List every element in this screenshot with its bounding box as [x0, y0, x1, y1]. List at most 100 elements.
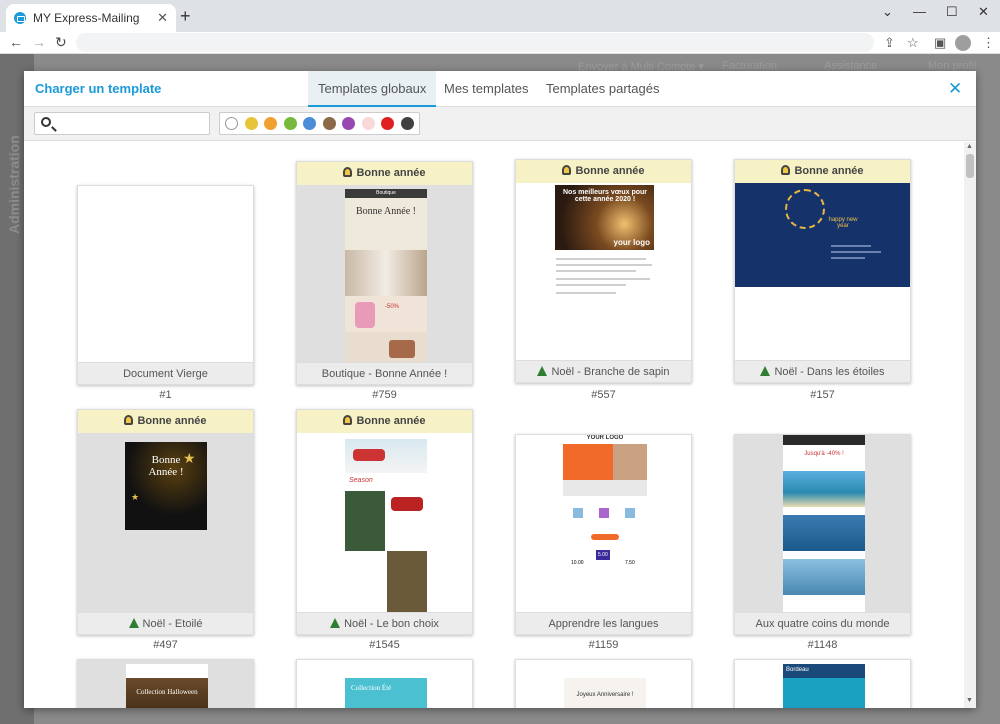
filter-bar — [24, 107, 976, 141]
template-card[interactable]: Bordeau — [734, 659, 911, 708]
scroll-down-icon[interactable]: ▼ — [966, 697, 973, 704]
template-card[interactable]: Bonne année Bonne Année ! ★ ★ Noël - Eto… — [77, 409, 254, 635]
template-card[interactable]: Joyeux Anniversaire ! — [515, 659, 692, 708]
avatar[interactable] — [955, 35, 971, 51]
modal-title: Charger un template — [35, 81, 162, 96]
back-button[interactable]: ← — [9, 34, 23, 50]
sidebar-label: Administration — [6, 135, 22, 234]
tab-templates-globaux[interactable]: Templates globaux — [308, 71, 437, 107]
color-swatch[interactable] — [283, 117, 297, 130]
template-card[interactable]: Bonne année happy new year Noël - Dans l… — [734, 159, 911, 383]
template-card[interactable]: Document Vierge — [77, 185, 254, 385]
close-tab-icon[interactable]: ✕ — [157, 10, 168, 26]
tree-icon — [537, 366, 548, 376]
template-name: Boutique - Bonne Année ! — [297, 362, 472, 384]
star-icon[interactable]: ☆ — [907, 35, 919, 51]
color-swatch[interactable] — [264, 117, 277, 130]
template-id: #557 — [591, 389, 616, 401]
template-preview: Joyeux Anniversaire ! — [564, 664, 646, 708]
color-swatch[interactable] — [361, 117, 375, 130]
template-preview: Collection Halloween — [126, 664, 208, 708]
color-swatch[interactable] — [381, 117, 394, 130]
template-tag: Bonne année — [297, 410, 472, 433]
template-tag: Bonne année — [297, 162, 472, 185]
template-card[interactable]: Collection Halloween — [77, 659, 254, 708]
color-swatch[interactable] — [225, 117, 238, 130]
template-card[interactable]: Bonne année Nos meilleurs vœux pour cett… — [515, 159, 692, 383]
search-input[interactable] — [57, 115, 207, 132]
template-name: Noël - Dans les étoiles — [735, 360, 910, 382]
template-id: #497 — [153, 639, 178, 651]
template-name: Apprendre les langues — [516, 612, 691, 634]
color-swatch[interactable] — [342, 117, 355, 130]
tab-title: MY Express-Mailing — [33, 11, 140, 25]
ribbon-icon — [781, 165, 791, 175]
close-icon[interactable]: ✕ — [948, 79, 962, 99]
minimize-button[interactable]: — — [913, 4, 926, 19]
template-name: Noël - Etoilé — [78, 612, 253, 634]
reload-button[interactable]: ↻ — [55, 34, 67, 51]
template-card[interactable]: Bonne année Season Noël - Le bon choix — [296, 409, 473, 635]
sidepanel-icon[interactable]: ▣ — [934, 35, 946, 51]
search-icon — [41, 117, 51, 127]
template-grid: Document Vierge #1 Bonne année Boutique … — [24, 142, 964, 708]
template-preview: Collection Été — [345, 664, 427, 708]
ribbon-icon — [343, 167, 353, 177]
tab-mes-templates[interactable]: Mes templates — [434, 71, 539, 107]
color-swatch[interactable] — [322, 117, 336, 130]
template-id: #157 — [810, 389, 835, 401]
template-tag: Bonne année — [516, 160, 691, 183]
template-card[interactable]: Jusqu'à -40% ! Aux quatre coins du monde — [734, 434, 911, 635]
tree-icon — [128, 618, 139, 628]
color-filter — [219, 112, 420, 135]
scrollbar-thumb[interactable] — [966, 154, 974, 178]
template-preview: happy new year — [735, 183, 910, 287]
template-name: Document Vierge — [78, 362, 253, 384]
template-card[interactable]: Bonne année Boutique Bonne Année ! -50% … — [296, 161, 473, 385]
template-preview: Jusqu'à -40% ! — [783, 435, 865, 613]
template-id: #759 — [372, 389, 397, 401]
ribbon-icon — [562, 165, 572, 175]
template-name: Noël - Branche de sapin — [516, 360, 691, 382]
template-name: Noël - Le bon choix — [297, 612, 472, 634]
menu-icon[interactable]: ⋮ — [982, 35, 995, 51]
ribbon-icon — [343, 415, 353, 425]
template-preview: Nos meilleurs vœux pour cette année 2020… — [555, 185, 654, 250]
share-icon[interactable]: ⇪ — [884, 35, 895, 51]
chevron-down-icon[interactable]: ⌄ — [882, 4, 893, 20]
scroll-up-icon[interactable]: ▲ — [966, 143, 973, 150]
modal-header: Charger un template Templates globaux Me… — [24, 71, 976, 107]
maximize-button[interactable]: ☐ — [946, 4, 958, 20]
browser-tab[interactable]: MY Express-Mailing ✕ — [6, 4, 176, 32]
url-input[interactable] — [76, 33, 874, 52]
template-id: #1159 — [588, 639, 619, 651]
template-preview: Bonne Année ! ★ ★ — [125, 442, 207, 530]
template-tag: Bonne année — [735, 160, 910, 183]
browser-tabstrip: MY Express-Mailing ✕ + ⌄ — ☐ ✕ — [0, 0, 1000, 32]
close-window-button[interactable]: ✕ — [978, 4, 989, 20]
template-id: #1 — [159, 389, 172, 401]
template-modal: Charger un template Templates globaux Me… — [24, 71, 976, 708]
template-name: Aux quatre coins du monde — [735, 612, 910, 634]
color-swatch[interactable] — [244, 117, 258, 130]
ribbon-icon — [124, 415, 134, 425]
template-tag: Bonne année — [78, 410, 253, 433]
new-tab-button[interactable]: + — [180, 6, 191, 27]
color-swatch[interactable] — [400, 117, 414, 130]
template-id: #1148 — [807, 639, 838, 651]
template-preview: Boutique Bonne Année ! -50% — [345, 189, 427, 363]
template-preview: Season — [345, 439, 427, 615]
search-box — [34, 112, 210, 135]
scrollbar[interactable]: ▲ ▼ — [964, 142, 976, 708]
address-bar: ← → ↻ ⇪ ☆ ▣ ⋮ — [0, 32, 1000, 54]
template-preview: Bordeau — [783, 664, 865, 708]
mail-icon — [14, 12, 26, 24]
template-preview: YOUR LOGO 10.00 5.00 7.50 — [563, 435, 647, 613]
template-card[interactable]: YOUR LOGO 10.00 5.00 7.50 Apprendre les … — [515, 434, 692, 635]
template-card[interactable]: Collection Été — [296, 659, 473, 708]
color-swatch[interactable] — [303, 117, 316, 130]
tree-icon — [330, 618, 341, 628]
template-id: #1545 — [369, 639, 400, 651]
forward-button[interactable]: → — [32, 34, 46, 50]
tab-templates-partages[interactable]: Templates partagés — [536, 71, 669, 107]
